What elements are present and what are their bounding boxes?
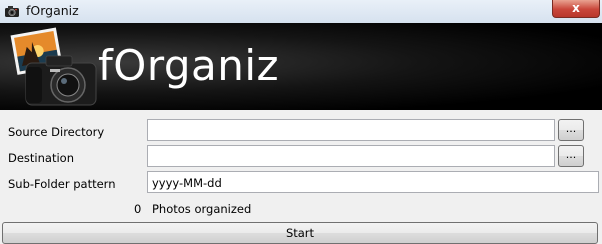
close-button[interactable]: x [552, 0, 600, 18]
camera-icon [5, 6, 19, 17]
source-directory-label: Source Directory [8, 125, 105, 139]
header-banner: fOrganiz [0, 23, 602, 110]
destination-input[interactable] [147, 145, 555, 167]
title-bar: fOrganiz x [0, 0, 602, 23]
subfolder-pattern-label: Sub-Folder pattern [8, 177, 116, 191]
destination-browse-button[interactable]: ... [558, 145, 584, 167]
photos-organized-label: Photos organized [152, 202, 252, 216]
start-button[interactable]: Start [2, 222, 598, 244]
source-directory-input[interactable] [147, 119, 555, 141]
close-icon: x [572, 1, 580, 15]
camera-with-photo-logo [10, 27, 97, 106]
destination-label: Destination [8, 151, 74, 165]
source-browse-button[interactable]: ... [558, 119, 584, 141]
photos-organized-count: 0 [134, 202, 142, 216]
banner-title: fOrganiz [98, 41, 280, 90]
subfolder-pattern-input[interactable]: yyyy-MM-dd [147, 171, 599, 193]
window-title: fOrganiz [26, 3, 79, 18]
